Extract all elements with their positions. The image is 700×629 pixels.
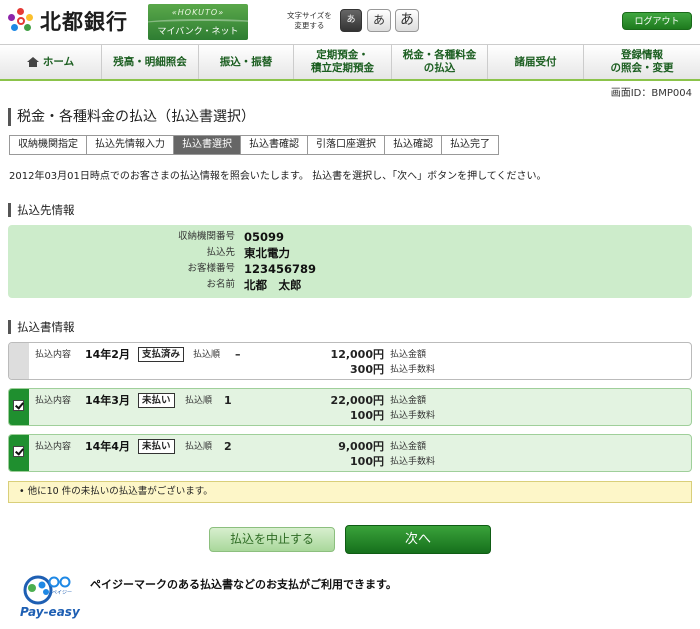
bill-month: 14年3月 <box>85 394 130 407</box>
bill-order-label: 払込順 <box>185 396 213 406</box>
payee-section-title: 払込先情報 <box>8 203 75 217</box>
font-size-large-button[interactable]: あ <box>395 9 419 32</box>
bills-section-title: 払込書情報 <box>8 320 75 334</box>
mybank-net-banner: «HOKUTO» マイバンク・ネット <box>148 4 248 40</box>
bill-fee-label: 払込手数料 <box>390 365 436 375</box>
step-7: 払込完了 <box>442 136 498 154</box>
logout-button[interactable]: ログアウト <box>622 12 692 30</box>
bill-order: 1 <box>224 394 232 407</box>
logo-mark-icon <box>8 8 34 34</box>
screen-id: 画面ID：BMP004 <box>610 88 692 99</box>
bill-row: 払込内容 14年2月 支払済み 払込順 – 12,000円 払込金額 300円 … <box>8 342 692 380</box>
bill-checkbox[interactable] <box>13 400 24 411</box>
bill-order: – <box>235 348 241 361</box>
bill-content-label: 払込内容 <box>35 350 72 360</box>
payeasy-logo-text: Pay-easy <box>20 605 80 619</box>
payee-info-box: 収納機関番号 05099 払込先 東北電力 お客様番号 123456789 お名… <box>8 225 692 298</box>
status-badge: 未払い <box>138 439 175 454</box>
bank-logo[interactable]: 北都銀行 <box>8 6 128 36</box>
bill-amount-label: 払込金額 <box>390 396 427 406</box>
bill-amount: 12,000円 <box>330 348 384 361</box>
bill-row[interactable]: 払込内容 14年3月 未払い 払込順 1 22,000円 払込金額 100円 払… <box>8 388 692 426</box>
bill-fee: 100円 <box>350 409 384 422</box>
step-4: 払込書確認 <box>241 136 308 154</box>
home-icon <box>26 57 39 67</box>
step-2: 払込先情報入力 <box>87 136 174 154</box>
banner-top-text: «HOKUTO» <box>171 8 225 17</box>
payeasy-small-text: ペイジー <box>52 590 73 596</box>
progress-steps: 収納機関指定 払込先情報入力 払込書選択 払込書確認 引落口座選択 払込確認 払… <box>9 135 499 155</box>
payee-label: 払込先 <box>206 247 235 258</box>
bill-content-label: 払込内容 <box>35 396 72 406</box>
nav-home[interactable]: ホーム <box>0 45 102 79</box>
bill-checkbox[interactable] <box>13 446 24 457</box>
bill-order-label: 払込順 <box>193 350 221 360</box>
payee-label: お客様番号 <box>187 263 235 274</box>
step-5: 引落口座選択 <box>308 136 385 154</box>
nav-notifications[interactable]: 諸届受付 <box>488 45 584 79</box>
payee-value: 123456789 <box>244 262 317 276</box>
banner-bottom-text: マイバンク・ネット <box>157 27 239 37</box>
font-size-small-button[interactable]: あ <box>340 9 362 32</box>
payeasy-logo: ペイジー Pay-easy <box>18 574 80 622</box>
bill-fee-label: 払込手数料 <box>390 457 436 467</box>
payee-value: 05099 <box>244 230 285 244</box>
bill-row[interactable]: 払込内容 14年4月 未払い 払込順 2 9,000円 払込金額 100円 払込… <box>8 434 692 472</box>
payee-value: 北都 太郎 <box>244 278 302 292</box>
payee-label: お名前 <box>206 279 235 290</box>
bill-fee: 100円 <box>350 455 384 468</box>
bill-amount-label: 払込金額 <box>390 350 427 360</box>
page-title: 税金・各種料金の払込（払込書選択） <box>8 108 255 126</box>
bill-fee-label: 払込手数料 <box>390 411 436 421</box>
main-nav: ホーム 残高・明細照会 振込・振替 定期預金・ 積立定期預金 税金・各種料金 の払込… <box>0 44 700 81</box>
bill-content-label: 払込内容 <box>35 442 72 452</box>
payee-value: 東北電力 <box>244 246 290 260</box>
bill-amount: 22,000円 <box>330 394 384 407</box>
bill-order: 2 <box>224 440 232 453</box>
step-6: 払込確認 <box>385 136 442 154</box>
nav-transfer[interactable]: 振込・振替 <box>199 45 294 79</box>
nav-time-deposit[interactable]: 定期預金・ 積立定期預金 <box>294 45 392 79</box>
font-size-medium-button[interactable]: あ <box>367 9 391 32</box>
header: 北都銀行 «HOKUTO» マイバンク・ネット 文字サイズを 変更する あ あ … <box>0 0 700 44</box>
font-size-label: 文字サイズを 変更する <box>287 11 332 30</box>
intro-text: 2012年03月01日時点でのお客さまの払込情報を照会いたします。 払込書を選択… <box>9 171 547 182</box>
bill-order-label: 払込順 <box>185 442 213 452</box>
status-badge: 未払い <box>138 393 175 408</box>
payeasy-message: ペイジーマークのある払込書などのお支払がご利用できます。 <box>90 578 397 591</box>
step-3-current: 払込書選択 <box>174 136 241 154</box>
step-1: 収納機関指定 <box>10 136 87 154</box>
next-button[interactable]: 次へ <box>345 525 491 554</box>
unpaid-notice: • 他に10 件の未払いの払込書がございます。 <box>8 481 692 503</box>
logo-text: 北都銀行 <box>40 9 128 34</box>
status-badge: 支払済み <box>138 347 185 362</box>
bill-amount-label: 払込金額 <box>390 442 427 452</box>
bill-month: 14年4月 <box>85 440 130 453</box>
bill-month: 14年2月 <box>85 348 130 361</box>
bill-amount: 9,000円 <box>338 440 384 453</box>
nav-tax-payment[interactable]: 税金・各種料金 の払込 <box>392 45 488 79</box>
bill-fee: 300円 <box>350 363 384 376</box>
cancel-payment-button[interactable]: 払込を中止する <box>209 527 335 552</box>
payee-label: 収納機関番号 <box>177 231 235 242</box>
nav-balance-inquiry[interactable]: 残高・明細照会 <box>102 45 199 79</box>
nav-registration-info[interactable]: 登録情報 の照会・変更 <box>584 45 700 79</box>
